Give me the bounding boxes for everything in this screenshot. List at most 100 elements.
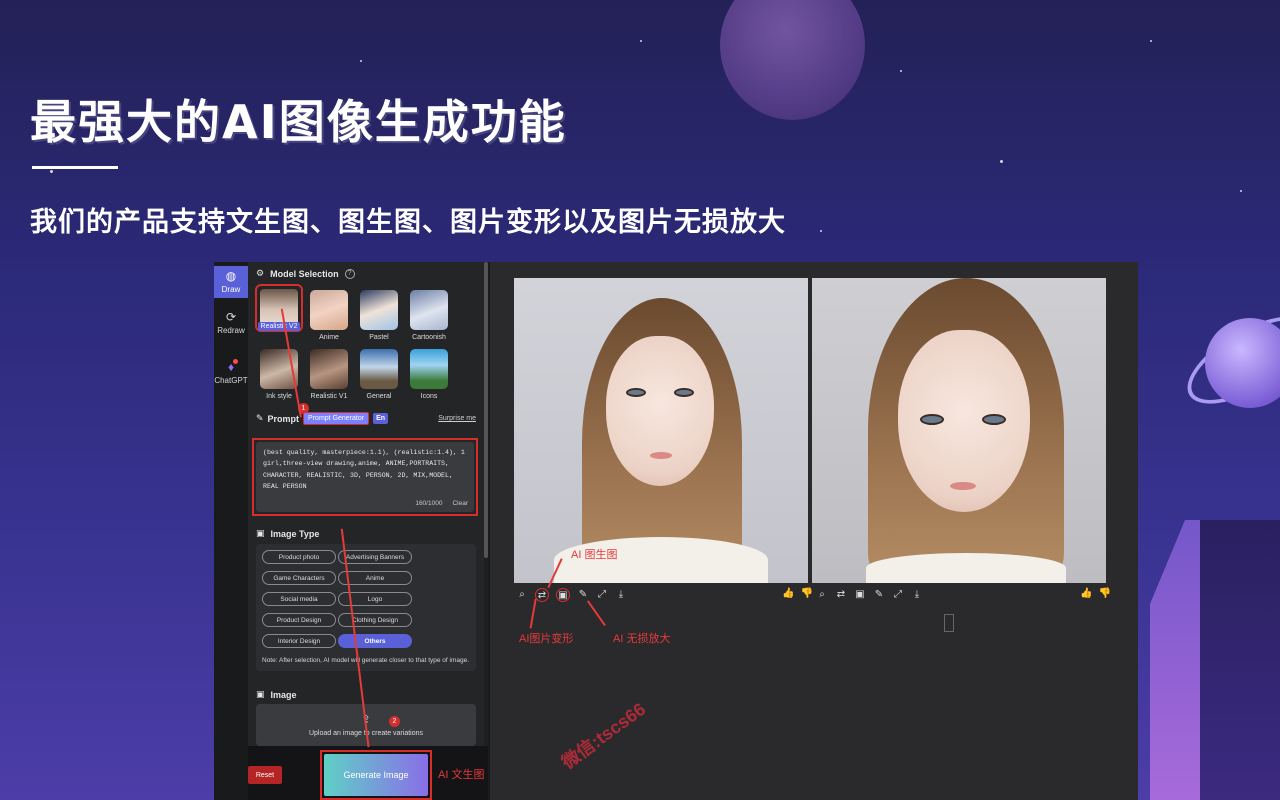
rail-item-chatgpt[interactable]: ♦ ChatGPT bbox=[214, 348, 248, 398]
prompt-title: Prompt bbox=[267, 413, 300, 424]
model-label: Ink style bbox=[266, 393, 292, 400]
clear-button[interactable]: Clear bbox=[452, 498, 468, 509]
model-label: Anime bbox=[319, 334, 339, 341]
image-type-note: Note: After selection, AI model will gen… bbox=[262, 657, 470, 664]
prompt-generator-button[interactable]: Prompt Generator bbox=[303, 412, 370, 425]
image-header: ▣ Image bbox=[256, 689, 297, 700]
annotation-img2img: AI 图生图 bbox=[571, 549, 618, 561]
planet-top bbox=[720, 0, 865, 120]
variation-icon[interactable]: ⇄ bbox=[535, 588, 549, 602]
image-2-toolbar: ⌕ ⇄ ▣ ✎ ⤢ ⤓ bbox=[816, 588, 923, 600]
prompt-textarea[interactable]: (best quality, masterpiece:1.1), (realis… bbox=[256, 442, 474, 512]
upscale-icon[interactable]: ⤢ bbox=[892, 588, 904, 600]
image-title: Image bbox=[270, 689, 297, 700]
edit-brush-icon[interactable]: ✎ bbox=[577, 588, 589, 600]
model-label: Cartoonish bbox=[412, 334, 446, 341]
model-realistic-v2[interactable]: Realistic V2 bbox=[254, 284, 304, 341]
edit-icon: ✎ bbox=[256, 413, 264, 423]
type-option[interactable]: Game Characters bbox=[262, 571, 336, 585]
thumbs-up-icon[interactable]: 👍 bbox=[1080, 588, 1092, 599]
type-option[interactable]: Clothing Design bbox=[338, 613, 412, 627]
model-label: Icons bbox=[420, 393, 438, 400]
thumbs-down-icon[interactable]: 👎 bbox=[1098, 588, 1110, 599]
model-thumbnail bbox=[360, 290, 398, 330]
generated-image-2[interactable] bbox=[812, 278, 1106, 583]
char-count: 160/1000 bbox=[415, 499, 443, 507]
type-option[interactable]: Social media bbox=[262, 592, 336, 606]
annotation-transform: AI图片变形 bbox=[519, 633, 574, 645]
model-realistic-v1[interactable]: Realistic V1 bbox=[304, 349, 354, 400]
prompt-header: ✎ Prompt Prompt Generator En Surprise me bbox=[256, 412, 476, 425]
generate-highlight: Generate Image bbox=[320, 750, 432, 800]
type-option[interactable]: Product Design bbox=[262, 613, 336, 627]
language-toggle[interactable]: En bbox=[373, 413, 389, 424]
image-2-rating: 👍 👎 bbox=[1080, 588, 1111, 599]
generated-image-1[interactable] bbox=[514, 278, 808, 583]
type-option[interactable]: Advertising Banners bbox=[338, 550, 412, 564]
model-thumbnail bbox=[310, 349, 348, 389]
model-thumbnail bbox=[310, 290, 348, 330]
type-option[interactable]: Interior Design bbox=[262, 634, 336, 648]
img2img-icon[interactable]: ▣ bbox=[854, 588, 866, 600]
cursor-placeholder bbox=[944, 614, 954, 632]
model-label: Realistic V1 bbox=[310, 393, 348, 400]
hero-title: 最强大的AI图像生成功能 bbox=[30, 95, 567, 149]
model-selection-header: ⚙ Model Selection ? bbox=[256, 268, 355, 279]
model-thumbnail bbox=[360, 349, 398, 389]
rail-item-draw[interactable]: ◍ Draw bbox=[214, 266, 248, 298]
settings-panel: ⚙ Model Selection ? Realistic V2 Anime P… bbox=[248, 262, 484, 746]
model-label: General bbox=[366, 393, 392, 400]
result-area: ⌕ ⇄ ▣ ✎ ⤢ ⤓ 👍 👎 ⌕ ⇄ ▣ ✎ ⤢ ⤓ 👍 👎 bbox=[490, 262, 1138, 800]
reset-button[interactable]: Reset bbox=[248, 766, 282, 784]
annotation-txt2img: AI 文生图 bbox=[438, 769, 485, 781]
model-thumbnail bbox=[410, 349, 448, 389]
image-type-grid: Product photo Advertising Banners Game C… bbox=[260, 550, 472, 648]
thumbs-up-icon[interactable]: 👍 bbox=[782, 588, 794, 599]
rail-item-label: Redraw bbox=[217, 326, 245, 335]
model-selection-title: Model Selection bbox=[270, 268, 339, 279]
model-pastel[interactable]: Pastel bbox=[354, 284, 404, 341]
image-type-box: Product photo Advertising Banners Game C… bbox=[256, 544, 476, 671]
img2img-icon[interactable]: ▣ bbox=[556, 588, 570, 602]
upscale-icon[interactable]: ⤢ bbox=[596, 588, 608, 600]
type-option[interactable]: Product photo bbox=[262, 550, 336, 564]
rail-item-label: ChatGPT bbox=[214, 376, 248, 385]
model-label: Realistic V2 bbox=[257, 322, 301, 331]
model-anime[interactable]: Anime bbox=[304, 284, 354, 341]
download-icon[interactable]: ⤓ bbox=[911, 588, 923, 600]
refresh-icon: ⟳ bbox=[225, 310, 237, 324]
tower-shape bbox=[1150, 520, 1200, 800]
annotation-upscale: AI 无损放大 bbox=[613, 633, 671, 645]
palette-icon: ◍ bbox=[225, 269, 237, 283]
model-cartoonish[interactable]: Cartoonish bbox=[404, 284, 454, 341]
image-type-title: Image Type bbox=[270, 528, 320, 539]
left-rail: ◍ Draw ⟳ Redraw ♦ ChatGPT bbox=[214, 262, 248, 800]
hero-divider bbox=[32, 166, 118, 169]
variation-icon[interactable]: ⇄ bbox=[835, 588, 847, 600]
zoom-icon[interactable]: ⌕ bbox=[816, 588, 828, 600]
type-option-selected[interactable]: Others bbox=[338, 634, 412, 648]
rail-item-redraw[interactable]: ⟳ Redraw bbox=[214, 298, 248, 348]
image-1-rating: 👍 👎 bbox=[782, 588, 813, 599]
zoom-icon[interactable]: ⌕ bbox=[516, 588, 528, 600]
image-icon: ▣ bbox=[256, 528, 265, 538]
image-1-toolbar: ⌕ ⇄ ▣ ✎ ⤢ ⤓ bbox=[516, 588, 627, 602]
thumbs-down-icon[interactable]: 👎 bbox=[800, 588, 812, 599]
generate-image-button[interactable]: Generate Image bbox=[324, 754, 428, 796]
chat-icon: ♦ bbox=[227, 359, 239, 374]
help-icon[interactable]: ? bbox=[344, 268, 355, 279]
step-badge-2: 2 bbox=[389, 716, 400, 727]
model-label: Pastel bbox=[369, 334, 389, 341]
surprise-me-link[interactable]: Surprise me bbox=[438, 415, 476, 422]
download-icon[interactable]: ⤓ bbox=[615, 588, 627, 600]
robot-icon: ⚙ bbox=[256, 268, 265, 278]
model-general[interactable]: General bbox=[354, 349, 404, 400]
rail-item-label: Draw bbox=[221, 285, 241, 294]
image-icon: ▣ bbox=[256, 689, 265, 699]
model-icons[interactable]: Icons bbox=[404, 349, 454, 400]
hero-subtitle: 我们的产品支持文生图、图生图、图片变形以及图片无损放大 bbox=[30, 207, 786, 238]
prompt-box-highlight: (best quality, masterpiece:1.1), (realis… bbox=[252, 438, 478, 516]
model-thumbnail bbox=[410, 290, 448, 330]
building-shape bbox=[1200, 520, 1280, 800]
edit-brush-icon[interactable]: ✎ bbox=[873, 588, 885, 600]
